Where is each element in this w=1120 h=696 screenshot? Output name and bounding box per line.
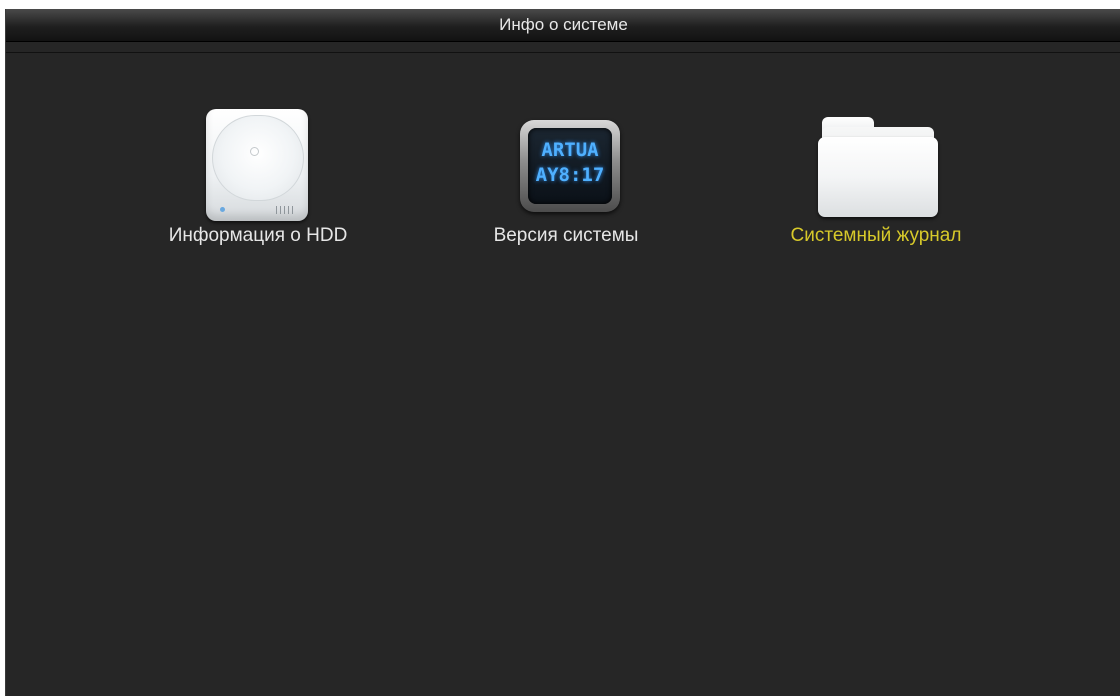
lcd-line-1: ARTUA [541,139,599,161]
system-version-label: Версия системы [493,225,639,246]
hdd-info-label: Информация о HDD [168,225,348,246]
lcd-line-2: AY8:17 [535,164,605,186]
folder-icon [818,117,938,217]
lcd-display-icon: ARTUA AY8:17 [520,120,620,212]
system-version-tile[interactable]: ARTUA AY8:17 Версия системы [436,105,696,247]
lcd-screen: ARTUA AY8:17 [528,128,612,204]
system-log-label: Системный журнал [790,225,962,246]
hard-drive-icon [206,109,308,221]
content-area: Информация о HDD ARTUA AY8:17 Версия сис… [6,52,1120,696]
system-log-tile[interactable]: Системный журнал [746,105,1006,247]
system-info-window: Инфо о системе Информация о HDD ARTUA AY… [5,9,1120,696]
hdd-info-tile[interactable]: Информация о HDD [128,105,388,247]
window-title: Инфо о системе [6,9,1120,42]
